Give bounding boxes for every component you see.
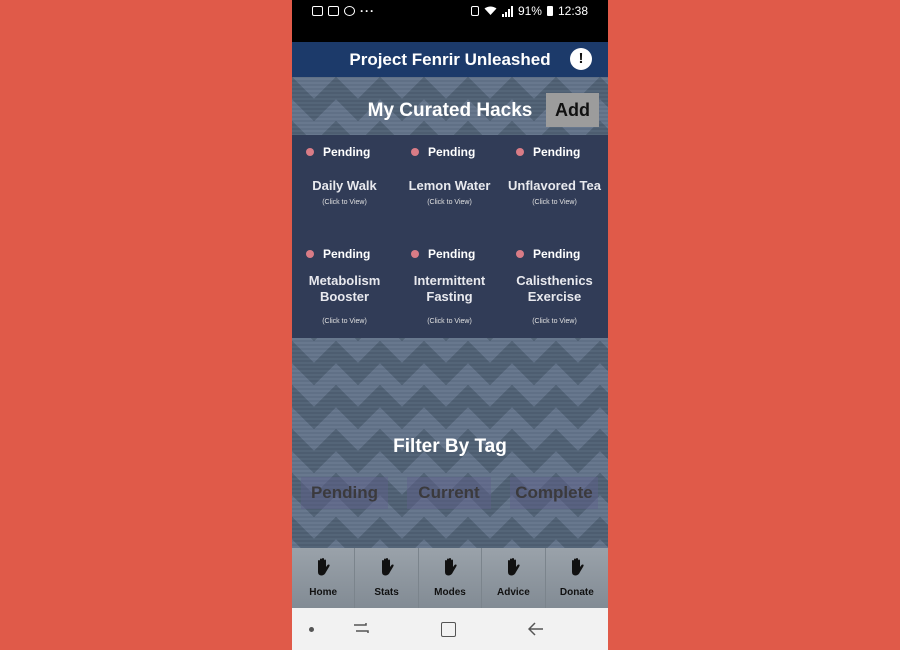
hack-name: Metabolism Booster [308, 273, 381, 304]
notification-icons: ··· [312, 4, 375, 18]
hack-card-intermittent-fasting[interactable]: Pending Intermittent Fasting (Click to V… [397, 237, 502, 338]
nav-modes[interactable]: Modes [418, 548, 483, 608]
hack-hint: (Click to View) [427, 318, 472, 325]
hack-status: Pending [533, 145, 581, 159]
nav-donate[interactable]: Donate [545, 548, 608, 608]
wifi-icon [484, 6, 497, 15]
android-nav-bar [292, 608, 608, 650]
nav-label: Stats [374, 587, 399, 598]
hand-icon [571, 558, 584, 576]
hand-icon [508, 558, 521, 576]
more-notifications: ··· [360, 4, 375, 18]
hack-status: Pending [323, 247, 371, 261]
nav-label: Advice [497, 587, 530, 598]
pending-dot [306, 250, 314, 258]
hand-icon [445, 558, 457, 576]
alarm-icon [470, 6, 479, 16]
nav-stats[interactable]: Stats [355, 548, 419, 608]
hack-hint: (Click to View) [322, 318, 367, 325]
nav-label: Home [309, 587, 338, 598]
hack-status: Pending [533, 247, 581, 261]
signal-icon [501, 5, 513, 17]
add-hack-button[interactable]: Add [546, 93, 599, 127]
nav-home[interactable]: Home [292, 548, 356, 608]
clock: 12:38 [557, 4, 588, 18]
battery-icon [546, 6, 553, 16]
hand-icon [318, 558, 330, 576]
whatsapp-icon [344, 6, 355, 16]
hand-icon [381, 558, 394, 576]
photo-icon [328, 6, 339, 16]
nav-label: Modes [434, 587, 466, 598]
hack-status: Pending [428, 247, 476, 261]
gallery-icon [312, 6, 323, 16]
phone-screen: ··· 91% 12:38 Project Fenrir Unleashed !… [292, 0, 608, 650]
app-title: Project Fenrir Unleashed [349, 50, 551, 69]
filter-title: Filter By Tag [393, 436, 507, 457]
hack-hint: (Click to View) [322, 199, 367, 206]
app-bar: Project Fenrir Unleashed ! [292, 42, 608, 77]
hack-card-unflavored-tea[interactable]: Pending Unflavored Tea (Click to View) [502, 135, 607, 236]
status-bar: ··· 91% 12:38 [292, 0, 608, 42]
pending-dot [306, 148, 314, 156]
tag-pending[interactable]: Pending [301, 477, 388, 509]
pending-dot [411, 250, 419, 258]
nav-label: Donate [559, 587, 594, 598]
battery-percent: 91% [517, 4, 542, 18]
alert-icon[interactable]: ! [570, 48, 592, 70]
hack-card-daily-walk[interactable]: Pending Daily Walk (Click to View) [292, 135, 397, 236]
hack-card-calisthenics-exercise[interactable]: Pending Calisthenics Exercise (Click to … [502, 237, 607, 338]
hack-name: Unflavored Tea [508, 178, 601, 193]
pending-dot [516, 148, 524, 156]
hack-name: Daily Walk [312, 178, 377, 193]
nav-advice[interactable]: Advice [482, 548, 546, 608]
tag-current[interactable]: Current [407, 477, 491, 509]
hack-card-lemon-water[interactable]: Pending Lemon Water (Click to View) [397, 135, 502, 236]
hack-name: Intermittent Fasting [413, 273, 486, 304]
hack-status: Pending [428, 145, 476, 159]
nav-dot-icon [309, 627, 314, 632]
pending-dot [516, 250, 524, 258]
hack-name: Calisthenics Exercise [516, 273, 593, 304]
hack-hint: (Click to View) [532, 199, 577, 206]
hacks-grid: Pending Daily Walk (Click to View) Pendi… [292, 135, 608, 338]
hack-hint: (Click to View) [532, 318, 577, 325]
home-system-icon[interactable] [441, 622, 456, 637]
hack-name: Lemon Water [408, 178, 491, 193]
back-icon[interactable] [528, 621, 544, 637]
tag-complete[interactable]: Complete [510, 477, 598, 509]
hack-hint: (Click to View) [427, 199, 472, 206]
system-indicators: 91% 12:38 [470, 4, 588, 18]
hack-card-metabolism-booster[interactable]: Pending Metabolism Booster (Click to Vie… [292, 237, 397, 338]
bottom-nav: Home Stats Modes Advice Donate [292, 548, 608, 608]
hack-status: Pending [323, 145, 371, 159]
pending-dot [411, 148, 419, 156]
recents-icon[interactable] [352, 621, 370, 635]
